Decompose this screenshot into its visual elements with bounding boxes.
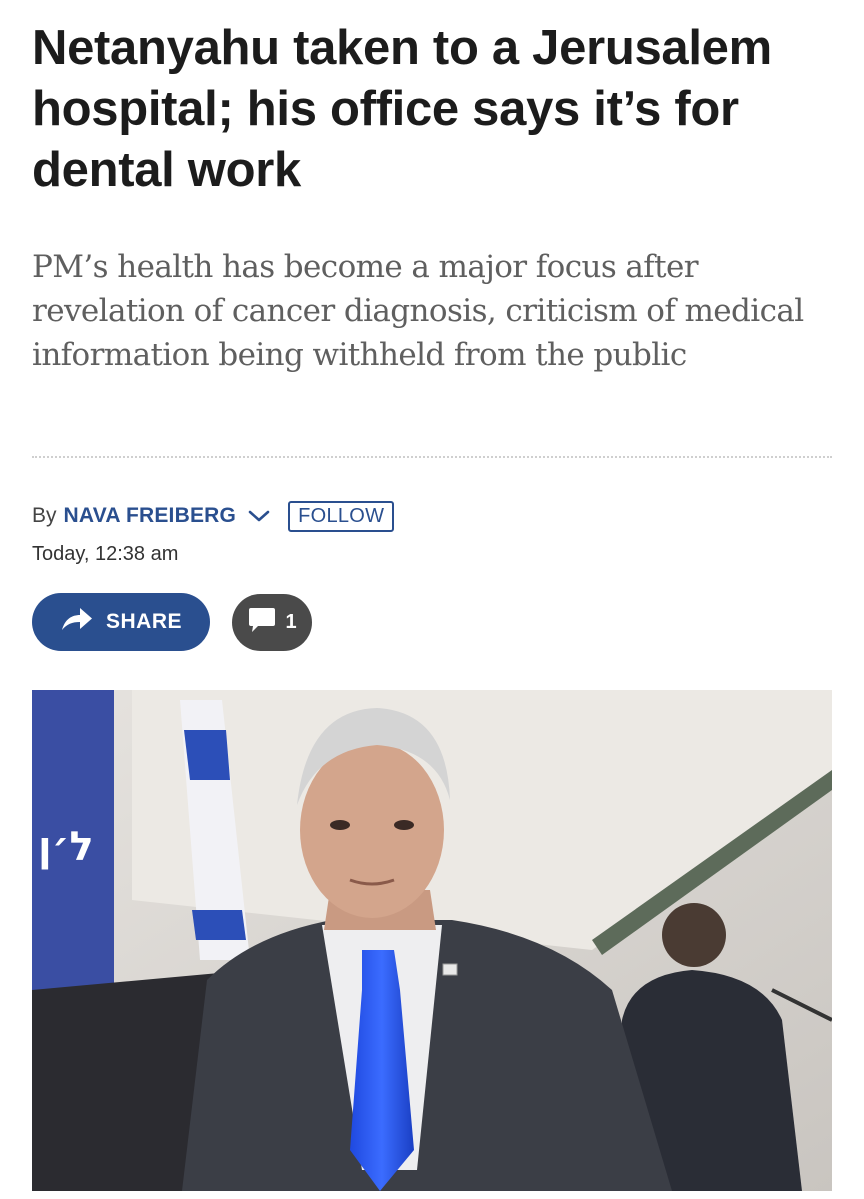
- comment-count: 1: [285, 611, 297, 633]
- byline-prefix: By: [32, 504, 57, 527]
- share-label: SHARE: [105, 610, 182, 633]
- share-arrow-icon: [60, 606, 94, 638]
- comment-bubble-icon: [247, 607, 277, 639]
- comments-button[interactable]: 1: [232, 594, 312, 651]
- chevron-down-icon[interactable]: [246, 506, 272, 526]
- publish-timestamp: Today, 12:38 am: [32, 543, 179, 565]
- article-headline: Netanyahu taken to a Jerusalem hospital;…: [32, 21, 772, 197]
- byline: By NAVA FREIBERG FOLLOW: [32, 500, 395, 532]
- follow-button[interactable]: FOLLOW: [288, 500, 395, 532]
- article-photo: ל׳ן: [32, 690, 832, 1191]
- share-button[interactable]: SHARE: [32, 593, 210, 651]
- author-name[interactable]: NAVA FREIBERG: [64, 504, 237, 528]
- divider: [32, 456, 832, 458]
- svg-text:ל׳ן: ל׳ן: [38, 824, 94, 870]
- article-subheadline: PM’s health has become a major focus aft…: [32, 249, 804, 373]
